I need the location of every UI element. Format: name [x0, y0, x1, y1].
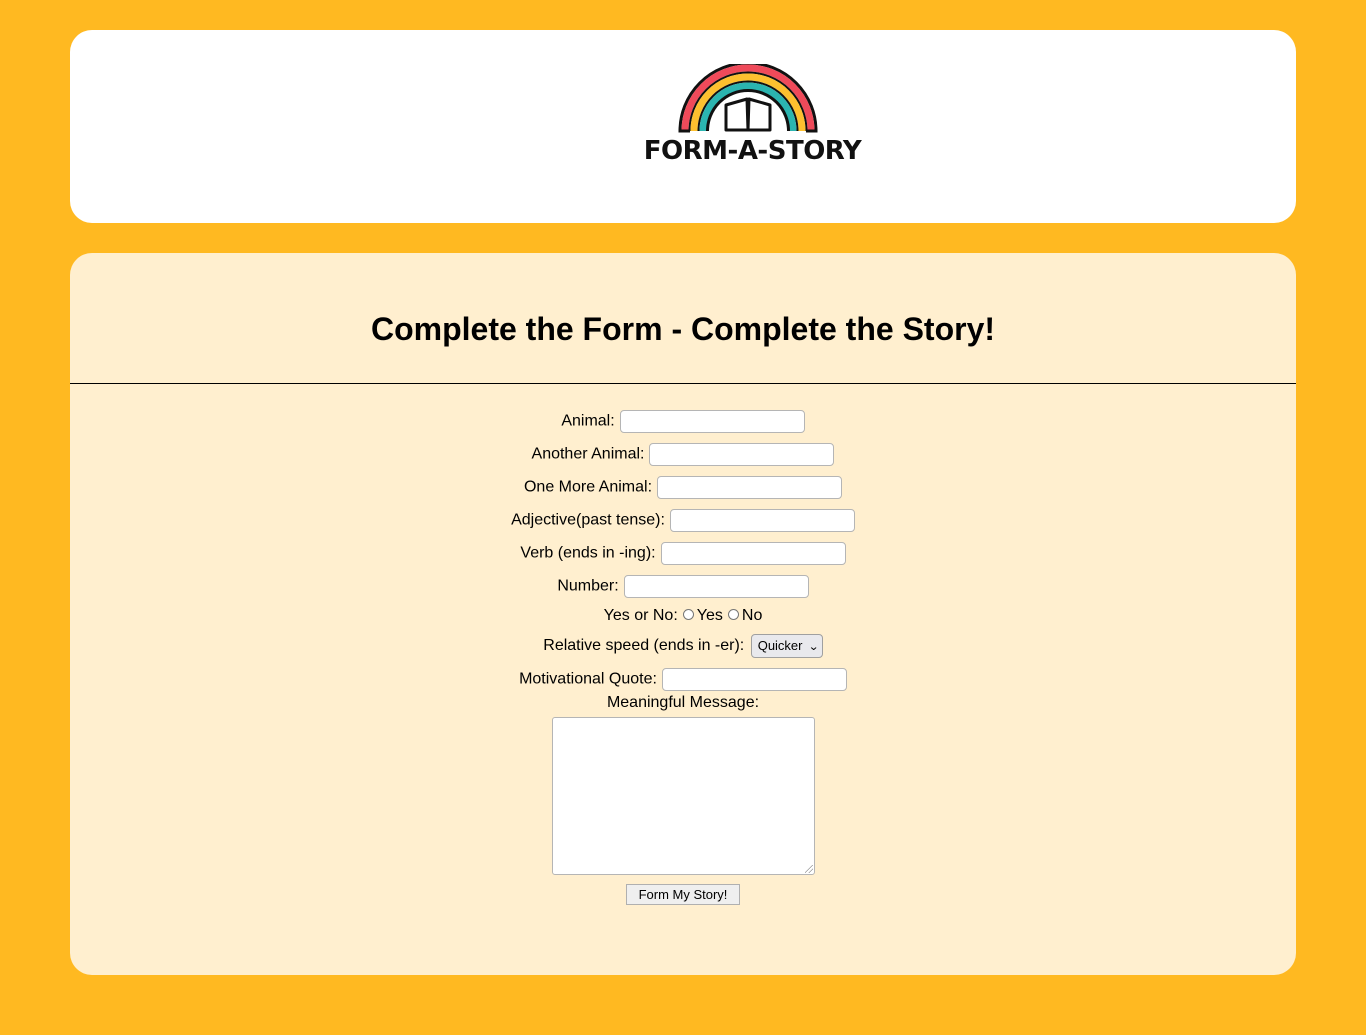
- submit-button[interactable]: Form My Story!: [626, 884, 740, 905]
- adjective-label: Adjective(past tense):: [511, 511, 665, 529]
- speed-select-value: Quicker: [757, 638, 803, 653]
- speed-select[interactable]: Quicker ⌄: [750, 634, 823, 658]
- one-more-animal-input[interactable]: [657, 476, 843, 499]
- header-card: FORM-A-STORY: [70, 30, 1296, 223]
- verb-input[interactable]: [660, 542, 846, 565]
- field-row-verb: Verb (ends in -ing):: [70, 542, 1296, 565]
- another-animal-input[interactable]: [649, 443, 835, 466]
- story-form: Animal: Another Animal: One More Animal:…: [70, 253, 1296, 975]
- field-row-number: Number:: [70, 575, 1296, 598]
- message-label: Meaningful Message:: [606, 694, 760, 711]
- field-row-speed: Relative speed (ends in -er): Quicker ⌄: [70, 634, 1296, 658]
- no-radio[interactable]: [727, 609, 739, 620]
- speed-label: Relative speed (ends in -er):: [543, 637, 745, 654]
- animal-input[interactable]: [619, 410, 805, 433]
- adjective-input[interactable]: [669, 509, 855, 532]
- form-card: Complete the Form - Complete the Story! …: [70, 253, 1296, 975]
- chevron-down-icon: ⌄: [807, 641, 819, 653]
- animal-label: Animal:: [561, 412, 615, 430]
- resize-grip-icon[interactable]: [805, 865, 813, 873]
- logo-text: FORM-A-STORY: [643, 136, 862, 166]
- field-row-one-more-animal: One More Animal:: [70, 476, 1296, 499]
- verb-label: Verb (ends in -ing):: [520, 544, 656, 562]
- field-row-yes-no: Yes or No: Yes No: [70, 607, 1296, 625]
- field-row-quote: Motivational Quote:: [70, 668, 1296, 691]
- field-row-another-animal: Another Animal:: [70, 443, 1296, 466]
- quote-label: Motivational Quote:: [519, 670, 657, 688]
- one-more-animal-label: One More Animal:: [523, 478, 653, 496]
- field-row-adjective: Adjective(past tense):: [70, 509, 1296, 532]
- form-a-story-logo: FORM-A-STORY: [630, 64, 870, 174]
- yes-radio-label[interactable]: Yes: [697, 607, 723, 624]
- message-textarea[interactable]: [552, 717, 815, 875]
- another-animal-label: Another Animal:: [531, 445, 645, 463]
- quote-input[interactable]: [661, 668, 847, 691]
- yes-no-label: Yes or No:: [603, 607, 678, 624]
- field-row-animal: Animal:: [70, 410, 1296, 433]
- number-input[interactable]: [623, 575, 809, 598]
- yes-radio[interactable]: [682, 609, 694, 620]
- field-row-message: Meaningful Message:: [70, 694, 1296, 712]
- number-label: Number:: [557, 577, 619, 595]
- no-radio-label[interactable]: No: [742, 607, 762, 624]
